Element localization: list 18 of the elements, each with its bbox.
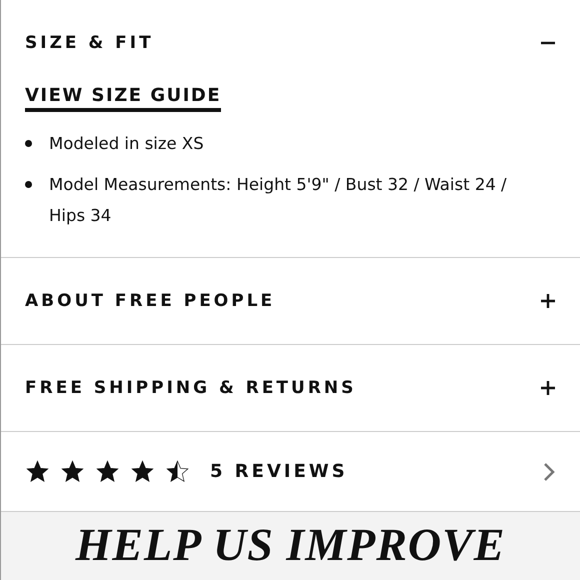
star-icon [60, 459, 85, 484]
detail-item: Modeled in size XS [49, 133, 204, 155]
star-icon [25, 459, 50, 484]
star-icon [95, 459, 120, 484]
star-icon [130, 459, 155, 484]
chevron-right-icon[interactable] [542, 460, 556, 482]
section-title[interactable]: ABOUT FREE PEOPLE [25, 291, 276, 311]
plus-icon[interactable] [540, 293, 556, 309]
bullet-icon [25, 181, 32, 188]
size-guide-link[interactable]: VIEW SIZE GUIDE [25, 85, 222, 112]
star-icon [165, 459, 190, 484]
feedback-heading: HELP US IMPROVE [76, 518, 506, 571]
reviews-link[interactable]: 5 REVIEWS [210, 461, 542, 482]
section-title[interactable]: SIZE & FIT [25, 33, 154, 53]
bullet-icon [25, 140, 32, 147]
section-title[interactable]: FREE SHIPPING & RETURNS [25, 378, 356, 398]
detail-item: Model Measurements: Height 5'9" / Bust 32 / Waist 24 / Hips 34 [49, 174, 508, 227]
plus-icon[interactable] [540, 380, 556, 396]
